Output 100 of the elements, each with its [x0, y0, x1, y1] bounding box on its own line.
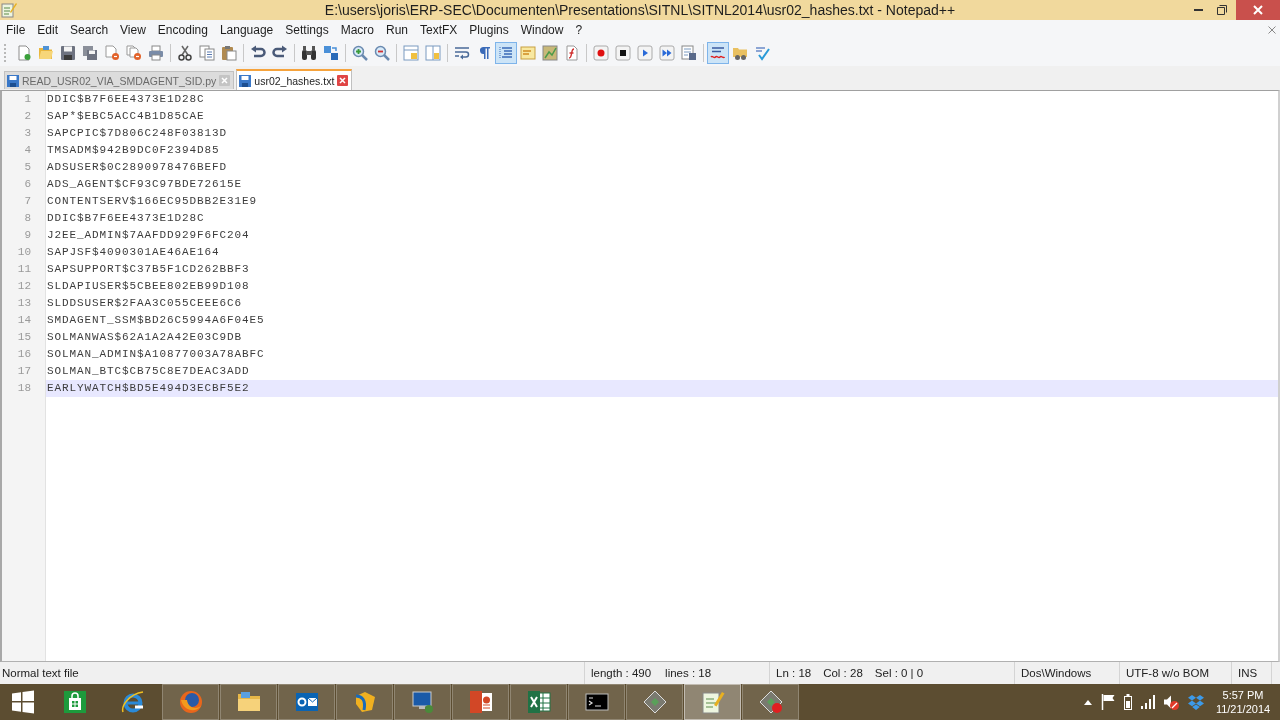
stop-icon — [615, 45, 631, 61]
menu-item[interactable]: Encoding — [151, 21, 214, 39]
code-line: ADSUSER$0C2890978476BEFD — [47, 160, 228, 175]
zoom-in-icon — [352, 45, 368, 61]
code-line: DDIC$B7F6EE4373E1D28C — [47, 92, 205, 107]
line-position-label: Ln : 18 — [776, 667, 812, 679]
notepad-icon — [1, 2, 17, 18]
menu-item[interactable]: TextFX — [414, 21, 464, 39]
line-number: 15 — [17, 330, 31, 345]
line-number: 12 — [17, 279, 31, 294]
tab[interactable]: READ_USR02_VIA_SMDAGENT_SID.py — [4, 71, 235, 89]
speaker-muted-icon[interactable] — [1164, 694, 1179, 710]
flag-icon[interactable] — [1101, 694, 1115, 710]
line-number: 14 — [17, 313, 31, 328]
clipboard-icon — [221, 45, 237, 61]
menu-item[interactable]: Macro — [334, 21, 380, 39]
menu-item[interactable]: Window — [514, 21, 570, 39]
menu-item[interactable]: ? — [569, 21, 589, 39]
wavy-underline-icon — [710, 45, 726, 61]
replace-icon — [323, 45, 339, 61]
line-number: 18 — [17, 381, 31, 396]
code-line: SAPSUPPORT$C37B5F1CD262BBF3 — [47, 262, 250, 277]
window-sync-icon — [403, 45, 419, 61]
taskbar-button[interactable] — [452, 684, 509, 720]
close-icon[interactable] — [337, 75, 349, 86]
taskbar-button[interactable] — [220, 684, 277, 720]
insert-mode-label: INS — [1238, 667, 1258, 679]
restore-icon — [1217, 5, 1227, 15]
column-label: Col : 28 — [823, 667, 863, 679]
fast-forward-icon — [659, 45, 675, 61]
page-icon — [564, 45, 580, 61]
panel-icon — [520, 45, 536, 61]
check-icon — [754, 45, 770, 61]
indent-guide-icon — [498, 45, 514, 61]
notepad-icon — [700, 690, 725, 714]
folder-icon — [236, 690, 261, 714]
folder-glasses-icon — [732, 45, 748, 61]
code-line: SAPCPIC$7D806C248F03813D — [47, 126, 228, 141]
line-number: 10 — [17, 245, 31, 260]
line-number: 11 — [17, 262, 31, 277]
line-number: 17 — [17, 364, 31, 379]
code-line: SLDAPIUSER$5CBEE802EB99D108 — [47, 279, 250, 294]
battery-icon[interactable] — [1124, 694, 1132, 710]
window-title: E:\users\joris\ERP-SEC\Documenten\Presentations\SITNL\SITNL2014\usr02_hashes.txt - Notepad++ — [324, 2, 956, 18]
selection-label: Sel : 0 | 0 — [874, 667, 924, 679]
menu-item[interactable]: Language — [213, 21, 280, 39]
code-line: SLDDSUSER$2FAA3C055CEEE6C6 — [47, 296, 243, 311]
signal-icon[interactable] — [1141, 695, 1155, 709]
mail-icon — [294, 690, 319, 714]
code-line: SAP*$EBC5ACC4B1D85CAE — [47, 109, 205, 124]
scissors-icon — [177, 45, 193, 61]
code-line: SMDAGENT_SSM$BD26C5994A6F04E5 — [47, 313, 265, 328]
record-icon — [593, 45, 609, 61]
menu-item[interactable]: Plugins — [463, 21, 515, 39]
close-icon[interactable] — [1268, 26, 1276, 34]
line-ending-label: Dos\Windows — [1021, 667, 1092, 679]
line-number: 8 — [24, 211, 31, 226]
zoom-out-icon — [374, 45, 390, 61]
taskbar-button[interactable] — [626, 684, 683, 720]
diamond-icon[interactable] — [1188, 694, 1204, 710]
tab[interactable]: usr02_hashes.txt — [236, 69, 353, 90]
globe-icon — [178, 690, 203, 714]
word-wrap-icon — [454, 45, 470, 61]
window-sync-icon — [425, 45, 441, 61]
code-line: SOLMANWAS$62A1A2A42E03C9DB — [47, 330, 243, 345]
play-icon — [637, 45, 653, 61]
close-button[interactable] — [1236, 0, 1280, 20]
map-icon — [542, 45, 558, 61]
taskbar-button[interactable] — [568, 684, 625, 720]
minimize-icon — [1193, 9, 1203, 11]
encoding-label: UTF-8 w/o BOM — [1126, 667, 1210, 679]
code-line: SOLMAN_ADMIN$A10877003A78ABFC — [47, 347, 265, 362]
page-minus-icon — [104, 45, 120, 61]
menu-item[interactable]: View — [114, 21, 152, 39]
binoculars-icon — [301, 45, 317, 61]
length-label: length : 490 — [591, 667, 652, 679]
line-number: 6 — [24, 177, 31, 192]
taskbar-button[interactable] — [510, 684, 567, 720]
taskbar-button[interactable] — [278, 684, 335, 720]
code-line: CONTENTSERV$166EC95DBB2E31E9 — [47, 194, 258, 209]
clock-time: 5:57 PM — [1222, 688, 1264, 702]
clock-date: 11/21/2014 — [1215, 702, 1271, 716]
monitor-icon — [410, 690, 435, 714]
line-number: 3 — [24, 126, 31, 141]
menu-item[interactable]: Run — [380, 21, 414, 39]
line-number: 5 — [24, 160, 31, 175]
menu-item[interactable]: Search — [64, 21, 115, 39]
menu-item[interactable]: File — [0, 21, 32, 39]
line-number: 7 — [24, 194, 31, 209]
line-number: 1 — [24, 92, 31, 107]
menu-item[interactable]: Edit — [31, 21, 65, 39]
close-icon — [1253, 5, 1263, 15]
code-line: TMSADM$942B9DC0F2394D85 — [47, 143, 220, 158]
slides-icon — [468, 690, 493, 714]
code-line: J2EE_ADMIN$7AAFDD929F6FC204 — [47, 228, 250, 243]
code-line: SOLMAN_BTC$CB75C8E7DEAC3ADD — [47, 364, 250, 379]
toolbar-button[interactable] — [612, 42, 634, 64]
printer-icon — [148, 45, 164, 61]
caret-up-icon[interactable] — [1084, 699, 1092, 705]
menu-item[interactable]: Settings — [279, 21, 335, 39]
